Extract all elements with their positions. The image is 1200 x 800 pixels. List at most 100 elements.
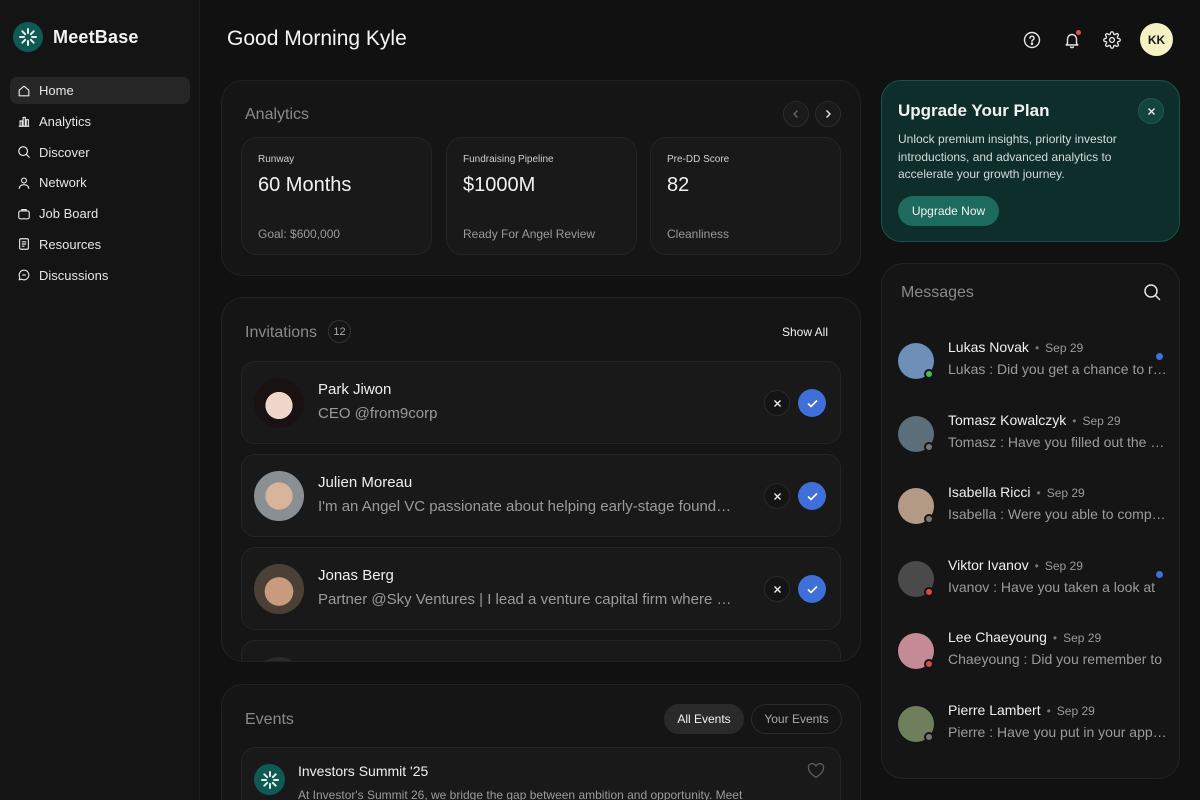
gear-icon: [1103, 31, 1121, 49]
accept-button[interactable]: [798, 482, 826, 510]
separator-dot: •: [1046, 704, 1051, 718]
settings-button[interactable]: [1102, 30, 1122, 50]
stat-subtext: Goal: $600,000: [258, 227, 341, 241]
tab-your-events[interactable]: Your Events: [751, 704, 842, 734]
notifications-button[interactable]: [1062, 30, 1082, 50]
sidebar: MeetBase Home Analytics Discover Network…: [0, 0, 200, 800]
analytics-card: Analytics Runway 60 Months Goal: $600,00…: [221, 80, 861, 276]
unread-indicator: [1156, 571, 1163, 578]
message-item[interactable]: Pierre Lambert • Sep 29 Pierre : Have you …: [898, 702, 1168, 760]
invitations-card: Invitations 12 Show All Park Jiwon CEO @…: [221, 297, 861, 662]
heart-icon: [807, 762, 825, 779]
sidebar-item-label: Home: [39, 83, 74, 98]
message-header: Pierre Lambert • Sep 29: [948, 702, 1095, 718]
message-preview: Chaeyoung : Did you remember to: [948, 651, 1162, 667]
event-name: Investors Summit '25: [298, 763, 429, 779]
stat-value: 60 Months: [258, 174, 352, 196]
events-card: Events All Events Your Events Investors …: [221, 684, 861, 800]
upgrade-now-button[interactable]: Upgrade Now: [898, 196, 999, 226]
message-item[interactable]: Viktor Ivanov • Sep 29 Ivanov : Have you t…: [898, 557, 1168, 615]
sidebar-item-analytics[interactable]: Analytics: [10, 108, 190, 135]
check-icon: [806, 399, 818, 408]
event-item[interactable]: Investors Summit '25 At Investor's Summi…: [241, 747, 841, 800]
show-all-link[interactable]: Show All: [782, 325, 828, 339]
sidebar-item-home[interactable]: Home: [10, 77, 190, 104]
stat-card-fundraising-pipeline[interactable]: Fundraising Pipeline $1000M Ready For An…: [446, 137, 637, 255]
sidebar-item-resources[interactable]: Resources: [10, 231, 190, 258]
message-preview: Ivanov : Have you taken a look at: [948, 579, 1156, 595]
sidebar-item-network[interactable]: Network: [10, 169, 190, 196]
stat-card-pre-dd-score[interactable]: Pre-DD Score 82 Cleanliness: [650, 137, 841, 255]
message-item[interactable]: Lee Chaeyoung • Sep 29 Chaeyoung : Did you…: [898, 629, 1168, 687]
avatar: [254, 564, 304, 614]
invitation-row: Jonas Berg Partner @Sky Ventures | I lea…: [241, 547, 841, 630]
tab-all-events[interactable]: All Events: [664, 704, 744, 734]
message-preview: Pierre : Have you put in your applicatio…: [948, 724, 1168, 740]
status-offline-indicator: [924, 442, 934, 452]
decline-button[interactable]: [764, 390, 790, 416]
check-icon: [806, 492, 818, 501]
message-preview: Lukas : Did you get a chance to review: [948, 361, 1168, 377]
sidebar-item-label: Discussions: [39, 267, 109, 283]
close-icon: [1147, 107, 1155, 115]
accept-button[interactable]: [798, 389, 826, 417]
separator-dot: •: [1072, 414, 1077, 428]
unread-indicator: [1156, 353, 1163, 360]
check-icon: [806, 585, 818, 594]
stat-card-runway[interactable]: Runway 60 Months Goal: $600,000: [241, 137, 432, 255]
page-greeting: Good Morning Kyle: [227, 27, 407, 50]
search-icon: [1144, 284, 1161, 301]
invitation-description: I'm an Angel VC passionate about helping…: [318, 498, 738, 515]
analytics-next-button[interactable]: [815, 101, 841, 127]
decline-button[interactable]: [764, 576, 790, 602]
sidebar-item-label: Job Board: [39, 206, 99, 222]
upgrade-close-button[interactable]: [1138, 98, 1164, 124]
bar-chart-icon: [18, 117, 30, 128]
analytics-title: Analytics: [245, 106, 310, 123]
upgrade-plan-card: Upgrade Your Plan Unlock premium insight…: [881, 80, 1180, 242]
accept-button[interactable]: [798, 575, 826, 603]
avatar: [254, 378, 304, 428]
invitation-name: Jonas Berg: [318, 567, 394, 584]
analytics-prev-button[interactable]: [783, 101, 809, 127]
stat-label: Fundraising Pipeline: [463, 154, 554, 165]
status-online-indicator: [924, 369, 934, 379]
message-header: Lee Chaeyoung • Sep 29: [948, 629, 1101, 645]
stat-subtext: Cleanliness: [667, 227, 730, 241]
chat-bubble-icon: [18, 269, 30, 281]
stat-subtext: Ready For Angel Review: [463, 227, 596, 241]
messages-title: Messages: [901, 284, 974, 301]
message-date: Sep 29: [1056, 704, 1095, 718]
decline-button[interactable]: [764, 483, 790, 509]
stat-value: $1000M: [463, 174, 536, 196]
invitation-row: Julien Moreau I'm an Angel VC passionate…: [241, 454, 841, 537]
invitation-name: Julien Moreau: [318, 474, 413, 491]
messages-search-button[interactable]: [1143, 283, 1161, 306]
briefcase-icon: [18, 208, 30, 220]
search-icon: [18, 146, 30, 158]
brand-row[interactable]: MeetBase: [13, 22, 139, 52]
message-date: Sep 29: [1046, 486, 1085, 500]
avatar: [254, 471, 304, 521]
sidebar-item-discussions[interactable]: Discussions: [10, 262, 190, 289]
status-offline-indicator: [924, 732, 934, 742]
meetbase-logo-icon: [13, 22, 43, 52]
message-item[interactable]: Tomasz Kowalczyk • Sep 29 Tomasz : Have yo…: [898, 412, 1168, 470]
event-description: At Investor's Summit 26, we bridge the g…: [298, 788, 743, 800]
sidebar-item-discover[interactable]: Discover: [10, 139, 190, 166]
message-item[interactable]: Isabella Ricci • Sep 29 Isabella : Were yo…: [898, 484, 1168, 542]
upgrade-title: Upgrade Your Plan: [898, 101, 1050, 120]
message-header: Isabella Ricci • Sep 29: [948, 484, 1085, 500]
sidebar-item-job-board[interactable]: Job Board: [10, 200, 190, 227]
help-button[interactable]: [1022, 30, 1042, 50]
brand-name: MeetBase: [53, 26, 139, 47]
stat-value: 82: [667, 174, 690, 196]
user-icon: [18, 177, 30, 189]
message-preview: Isabella : Were you able to complete: [948, 506, 1168, 522]
message-item[interactable]: Lukas Novak • Sep 29 Lukas : Did you get a…: [898, 339, 1168, 397]
close-icon: [773, 585, 781, 593]
help-icon: [1023, 31, 1041, 49]
document-icon: [19, 238, 29, 251]
user-avatar[interactable]: KK: [1140, 23, 1173, 56]
favorite-button[interactable]: [807, 762, 825, 784]
